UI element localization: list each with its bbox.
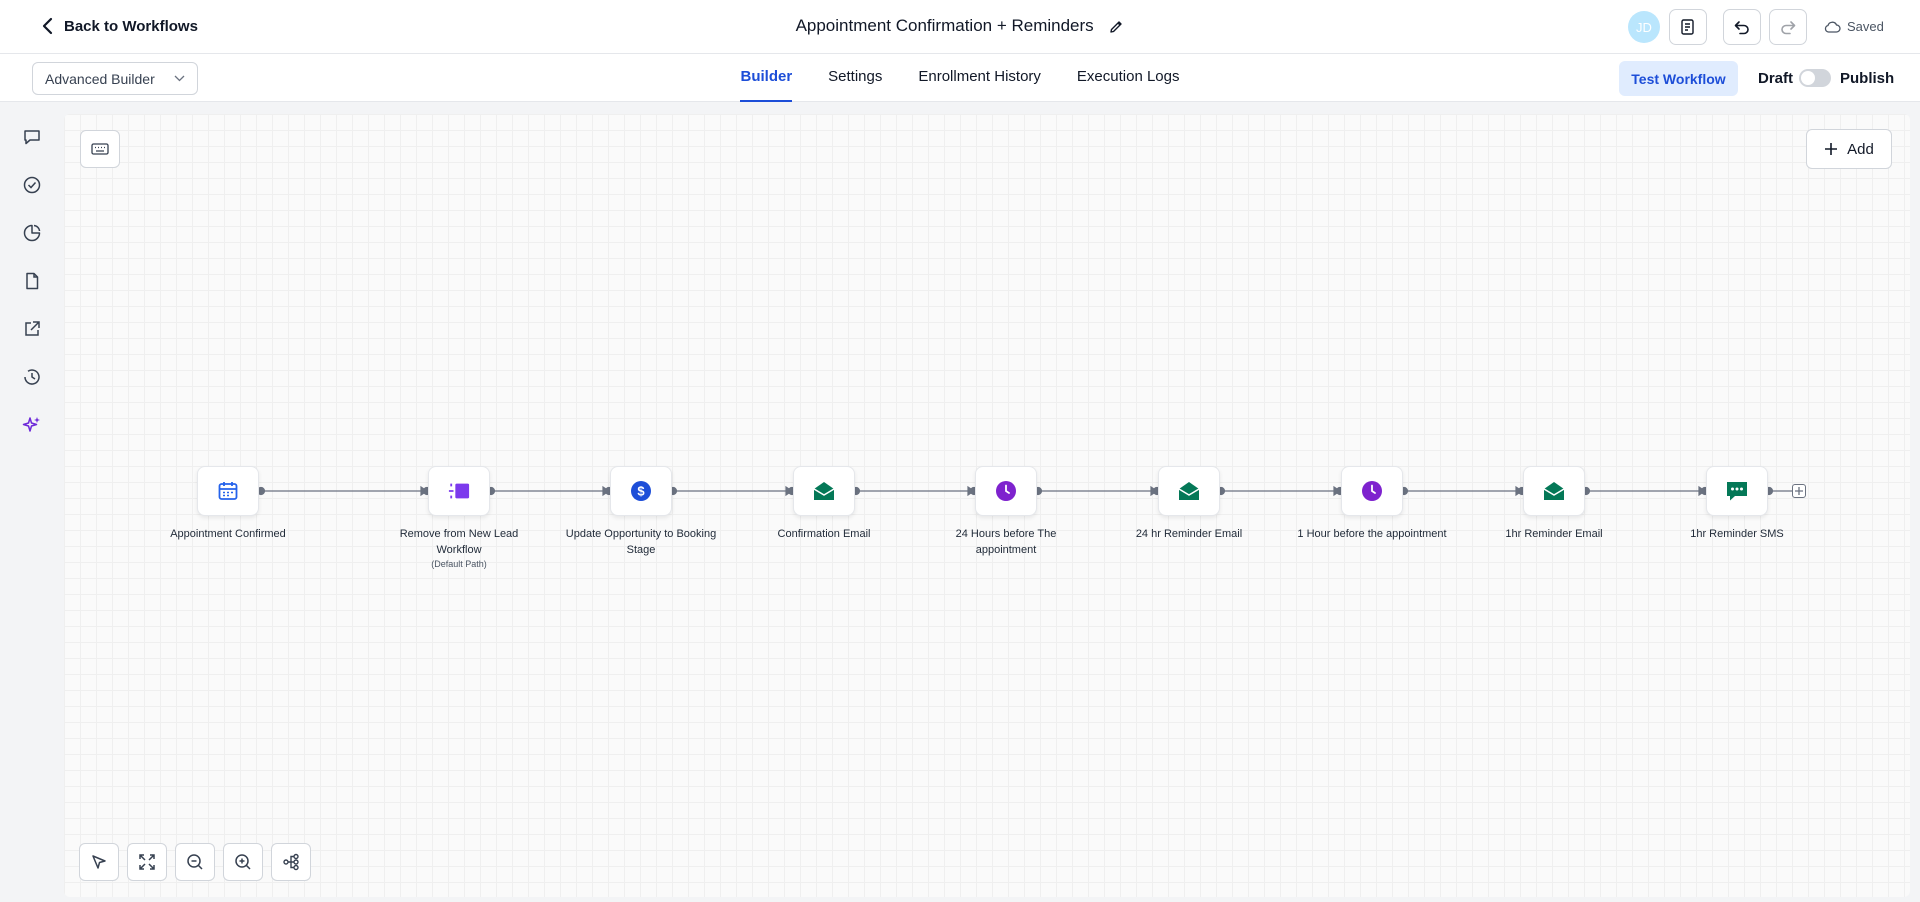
undo-icon	[1734, 21, 1749, 35]
email-icon	[1543, 480, 1565, 502]
node-1hr-reminder-sms[interactable]	[1706, 466, 1768, 516]
add-step-button[interactable]	[1792, 484, 1806, 498]
sidebar-item-documents[interactable]	[20, 269, 44, 293]
tab-enrollment-history[interactable]: Enrollment History	[918, 54, 1041, 102]
add-label: Add	[1847, 140, 1874, 158]
draft-label: Draft	[1758, 70, 1794, 87]
avatar[interactable]: JD	[1628, 11, 1660, 43]
email-icon	[1178, 480, 1200, 502]
node-remove-from-workflow[interactable]	[428, 466, 490, 516]
pie-chart-icon	[23, 224, 41, 242]
test-workflow-button[interactable]: Test Workflow	[1619, 61, 1738, 96]
node-label: 1 Hour before the appointment	[1297, 528, 1447, 540]
tab-execution-logs[interactable]: Execution Logs	[1077, 54, 1180, 102]
node-1hr-reminder-email[interactable]	[1523, 466, 1585, 516]
top-header: Back to Workflows Appointment Confirmati…	[0, 0, 1920, 54]
clock-icon	[1361, 480, 1383, 502]
plus-icon	[1825, 143, 1838, 155]
node-wait-1-hour[interactable]	[1341, 466, 1403, 516]
undo-button[interactable]	[1723, 9, 1761, 45]
sidebar-item-comments[interactable]	[20, 125, 44, 149]
fit-view-icon	[139, 854, 155, 870]
node-label: Remove from New Lead Workflow (Default Pa…	[379, 526, 539, 570]
notes-button[interactable]	[1669, 9, 1707, 45]
publish-toggle[interactable]	[1799, 69, 1831, 87]
sidebar-item-tasks[interactable]	[20, 173, 44, 197]
auto-layout-icon	[283, 853, 299, 871]
calendar-icon	[217, 480, 239, 502]
sidebar-item-ai[interactable]	[20, 413, 44, 437]
cloud-check-icon	[1824, 21, 1841, 33]
zoom-out-icon	[187, 854, 203, 870]
remove-workflow-icon	[448, 480, 470, 502]
chat-icon	[24, 130, 40, 145]
node-24hr-reminder-email[interactable]	[1158, 466, 1220, 516]
publish-label: Publish	[1840, 70, 1895, 87]
node-label: 24 Hours before The appointment	[955, 528, 1057, 556]
svg-text:$: $	[637, 484, 645, 499]
document-icon	[26, 272, 39, 290]
add-button[interactable]: Add	[1806, 129, 1892, 169]
zoom-in-button[interactable]	[223, 843, 263, 881]
zoom-in-icon	[235, 854, 251, 870]
redo-icon	[1781, 21, 1796, 35]
node-confirmation-email[interactable]	[793, 466, 855, 516]
sidebar-item-history[interactable]	[20, 365, 44, 389]
node-label: 1hr Reminder Email	[1505, 528, 1603, 540]
node-label: Appointment Confirmed	[170, 528, 286, 540]
saved-label: Saved	[1847, 19, 1884, 34]
node-label: 24 hr Reminder Email	[1135, 528, 1243, 540]
plus-icon	[1795, 487, 1803, 495]
node-label: Confirmation Email	[777, 528, 871, 540]
clock-icon	[995, 480, 1017, 502]
pencil-icon[interactable]	[1108, 19, 1124, 35]
pointer-icon	[92, 855, 106, 869]
sidebar-item-share[interactable]	[20, 317, 44, 341]
keyboard-icon	[91, 143, 109, 155]
check-circle-icon	[23, 176, 41, 194]
tab-settings[interactable]: Settings	[828, 54, 882, 102]
workflow-title-text: Appointment Confirmation + Reminders	[795, 16, 1094, 35]
node-update-opportunity[interactable]: $	[610, 466, 672, 516]
zoom-out-button[interactable]	[175, 843, 215, 881]
node-label: 1hr Reminder SMS	[1690, 528, 1784, 540]
sidebar-item-stats[interactable]	[20, 221, 44, 245]
dollar-icon: $	[630, 480, 652, 502]
left-sidebar	[0, 103, 64, 902]
save-status: Saved	[1824, 19, 1884, 34]
auto-layout-button[interactable]	[271, 843, 311, 881]
sub-header: Advanced Builder Builder Settings Enroll…	[0, 54, 1920, 102]
keyboard-shortcuts-button[interactable]	[80, 130, 120, 168]
external-link-icon	[25, 321, 40, 336]
redo-button[interactable]	[1769, 9, 1807, 45]
email-icon	[813, 480, 835, 502]
tab-builder[interactable]: Builder	[740, 54, 792, 102]
sparkle-icon	[22, 417, 40, 432]
node-wait-24-hours[interactable]	[975, 466, 1037, 516]
history-icon	[24, 369, 40, 385]
sms-icon	[1726, 480, 1748, 502]
notes-icon	[1681, 19, 1694, 35]
select-tool-button[interactable]	[79, 843, 119, 881]
node-sublabel: (Default Path)	[431, 559, 487, 569]
fit-view-button[interactable]	[127, 843, 167, 881]
node-appointment-confirmed[interactable]	[197, 466, 259, 516]
node-label: Update Opportunity to Booking Stage	[565, 528, 717, 556]
